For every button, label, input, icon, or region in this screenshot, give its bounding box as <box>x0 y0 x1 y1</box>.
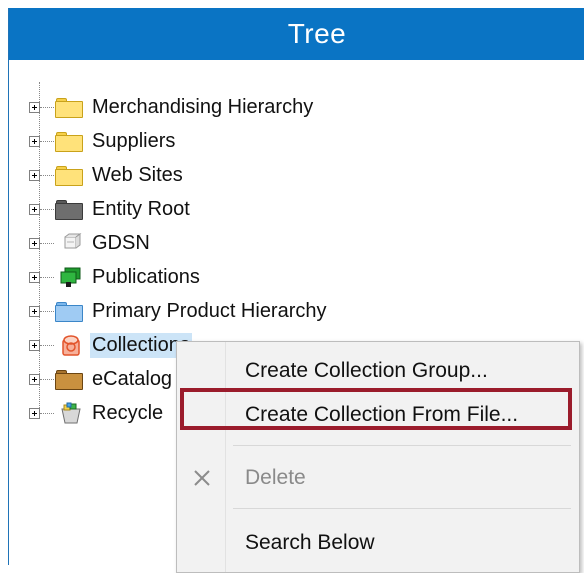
yellow-folder-icon <box>54 96 84 118</box>
tree-item-web-sites[interactable]: Web Sites <box>29 160 185 190</box>
expand-toggle-icon[interactable] <box>29 305 40 317</box>
tree-item-merchandising-hierarchy[interactable]: Merchandising Hierarchy <box>29 92 315 122</box>
tree-item-gdsn[interactable]: GDSN <box>29 228 152 258</box>
tree-item-collections[interactable]: Collections <box>29 330 192 360</box>
yellow-folder-icon <box>54 130 84 152</box>
tree-item-entity-root[interactable]: Entity Root <box>29 194 192 224</box>
gray-folder-icon <box>54 198 84 220</box>
recycle-bin-icon <box>54 402 84 424</box>
tree-item-label[interactable]: Merchandising Hierarchy <box>90 95 315 120</box>
highlight-annotation-box <box>180 388 572 430</box>
tree-item-label[interactable]: Entity Root <box>90 197 192 222</box>
tree-item-label[interactable]: eCatalog <box>90 367 174 392</box>
tree-item-label[interactable]: Publications <box>90 265 202 290</box>
menu-item-search-below[interactable]: Search Below <box>177 523 579 563</box>
gdsn-cube-icon <box>54 232 84 254</box>
collections-icon <box>54 334 84 356</box>
tree-item-label[interactable]: Web Sites <box>90 163 185 188</box>
yellow-folder-icon <box>54 164 84 186</box>
expand-toggle-icon[interactable] <box>29 271 40 283</box>
expand-toggle-icon[interactable] <box>29 203 40 215</box>
menu-item-delete[interactable]: Delete <box>177 458 579 498</box>
menu-item-label: Search Below <box>245 531 375 554</box>
expand-toggle-icon[interactable] <box>29 407 40 419</box>
expand-toggle-icon[interactable] <box>29 339 40 351</box>
delete-x-icon <box>191 467 213 489</box>
expand-toggle-icon[interactable] <box>29 101 40 113</box>
tree-item-primary-product-hierarchy[interactable]: Primary Product Hierarchy <box>29 296 329 326</box>
menu-separator <box>233 508 571 509</box>
tree-item-recycle[interactable]: Recycle <box>29 398 165 428</box>
tree-item-label[interactable]: GDSN <box>90 231 152 256</box>
menu-item-label: Create Collection Group... <box>245 359 488 382</box>
tree-item-ecatalog[interactable]: eCatalog <box>29 364 174 394</box>
menu-item-create-collection-group[interactable]: Create Collection Group... <box>177 351 579 391</box>
menu-separator <box>233 445 571 446</box>
publications-icon <box>54 266 84 288</box>
tree-item-publications[interactable]: Publications <box>29 262 202 292</box>
blue-folder-icon <box>54 300 84 322</box>
panel-title: Tree <box>287 18 347 49</box>
menu-item-label: Delete <box>245 466 306 489</box>
context-menu: Create Collection Group... Create Collec… <box>176 341 580 573</box>
brown-folder-icon <box>54 368 84 390</box>
tree-item-label[interactable]: Suppliers <box>90 129 177 154</box>
tree-title-bar: Tree <box>9 8 584 60</box>
expand-toggle-icon[interactable] <box>29 169 40 181</box>
expand-toggle-icon[interactable] <box>29 135 40 147</box>
tree-item-suppliers[interactable]: Suppliers <box>29 126 177 156</box>
expand-toggle-icon[interactable] <box>29 237 40 249</box>
expand-toggle-icon[interactable] <box>29 373 40 385</box>
tree-item-label[interactable]: Primary Product Hierarchy <box>90 299 329 324</box>
tree-item-label[interactable]: Recycle <box>90 401 165 426</box>
